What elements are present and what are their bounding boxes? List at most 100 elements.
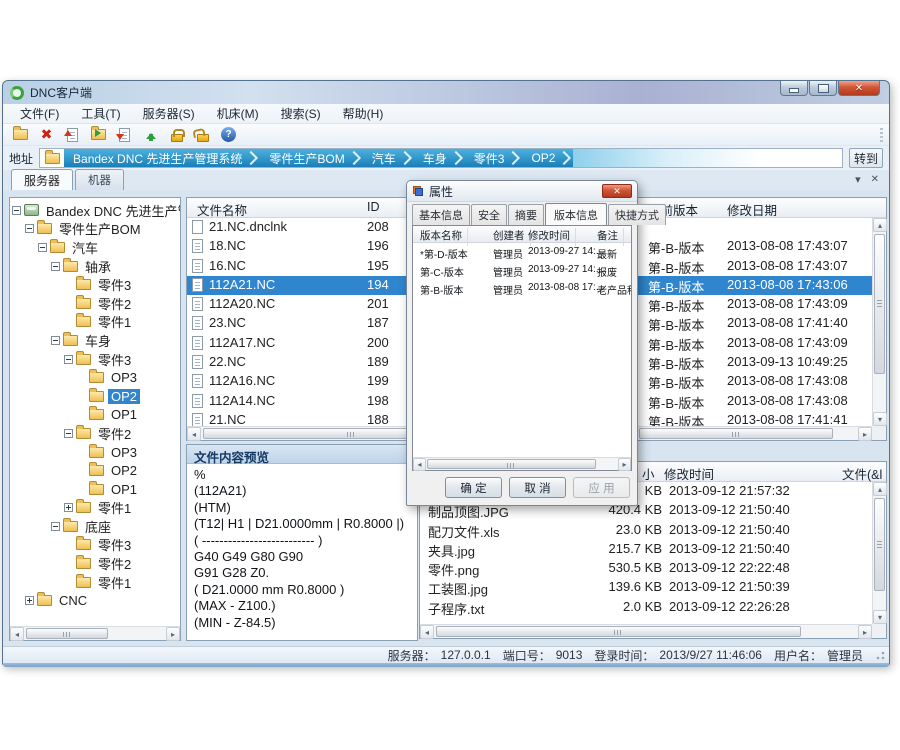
version-row[interactable]: 第-B-版本 2013-08-08 17:43:08 xyxy=(637,372,872,391)
attachment-row[interactable]: 工装图.jpg 139.6 KB 2013-09-12 21:50:39 xyxy=(420,578,872,597)
version-row[interactable]: 第-B-版本 2013-08-08 17:43:09 xyxy=(637,334,872,353)
tree-item[interactable]: OP2 xyxy=(10,461,180,480)
download-file-icon[interactable] xyxy=(115,125,134,144)
column-modified-time[interactable]: 修改时间 xyxy=(664,464,714,483)
breadcrumb-segment[interactable]: 车身 xyxy=(414,149,465,167)
column-file-name[interactable]: 文件名称 xyxy=(197,200,247,219)
breadcrumb-segment[interactable]: 零件3 xyxy=(465,149,523,167)
scroll-up-icon[interactable] xyxy=(873,482,887,496)
title-bar[interactable]: DNC客户端 xyxy=(3,81,889,104)
tree-item[interactable]: 零件1 xyxy=(10,499,180,518)
version-vertical-scrollbar[interactable] xyxy=(872,218,886,426)
tree-item[interactable]: 零件3 xyxy=(10,275,180,294)
tree-toggle-icon[interactable] xyxy=(51,262,60,271)
breadcrumb-segment[interactable]: 汽车 xyxy=(363,149,414,167)
breadcrumb-segment[interactable]: OP2 xyxy=(522,149,573,167)
tree-item[interactable]: 轴承 xyxy=(10,257,180,276)
scroll-down-icon[interactable] xyxy=(873,610,887,624)
attachments-vertical-scrollbar[interactable] xyxy=(872,482,886,624)
help-icon[interactable] xyxy=(219,125,238,144)
scroll-right-icon[interactable] xyxy=(618,458,631,471)
scroll-left-icon[interactable] xyxy=(10,627,24,641)
preview-content[interactable]: %(112A21)(HTM)(T12| H1 | D21.0000mm | R0… xyxy=(187,464,417,640)
column-size[interactable]: 小 xyxy=(642,464,655,483)
tree-item[interactable]: OP2 xyxy=(10,387,180,406)
scroll-left-icon[interactable] xyxy=(187,427,201,441)
unlock-icon[interactable] xyxy=(193,125,212,144)
tree-item[interactable]: OP3 xyxy=(10,368,180,387)
minimize-button[interactable] xyxy=(780,81,808,96)
tree-horizontal-scrollbar[interactable] xyxy=(10,626,180,640)
tree-toggle-icon[interactable] xyxy=(64,429,73,438)
lock-icon[interactable] xyxy=(167,125,186,144)
scroll-right-icon[interactable] xyxy=(858,427,872,441)
tree-toggle-icon[interactable] xyxy=(64,503,73,512)
tree-item[interactable]: 车身 xyxy=(10,331,180,350)
scroll-down-icon[interactable] xyxy=(873,412,887,426)
attachments-horizontal-scrollbar[interactable] xyxy=(420,624,872,638)
column-modify-time[interactable]: 修改时间 xyxy=(528,228,570,243)
version-row[interactable] xyxy=(637,218,872,237)
attachment-row[interactable]: 夹具.jpg 215.7 KB 2013-09-12 21:50:40 xyxy=(420,540,872,559)
breadcrumb-segment[interactable]: 零件生产BOM xyxy=(260,149,362,167)
upload-file-icon[interactable] xyxy=(63,125,82,144)
toolbar-grip[interactable] xyxy=(880,128,883,142)
tree-item[interactable]: 汽车 xyxy=(10,238,180,257)
tree-toggle-icon[interactable] xyxy=(25,596,34,605)
menu-item[interactable]: 帮助(H) xyxy=(332,103,395,124)
column-note[interactable]: 备注 xyxy=(597,228,618,243)
tree-item[interactable]: 零件1 xyxy=(10,573,180,592)
tree-toggle-icon[interactable] xyxy=(38,243,47,252)
version-horizontal-scrollbar[interactable] xyxy=(637,426,872,440)
tree-item[interactable]: 零件2 xyxy=(10,424,180,443)
version-table-row[interactable]: *第-D-版本 管理员 2013-09-27 14:... 最新 xyxy=(413,243,631,261)
column-creator[interactable]: 创建者 xyxy=(493,228,525,243)
dialog-tab[interactable]: 摘要 xyxy=(508,204,544,225)
close-button[interactable] xyxy=(838,81,880,96)
maximize-button[interactable] xyxy=(809,81,837,96)
tree-toggle-icon[interactable] xyxy=(51,522,60,531)
dialog-horizontal-scrollbar[interactable] xyxy=(413,457,631,470)
version-row[interactable]: 第-B-版本 2013-08-08 17:43:06 xyxy=(637,276,872,295)
new-folder-icon[interactable] xyxy=(11,125,30,144)
dialog-close-button[interactable] xyxy=(602,184,632,198)
tree-item[interactable]: 零件2 xyxy=(10,294,180,313)
dialog-title-bar[interactable]: 属性 xyxy=(407,181,637,202)
tree-toggle-icon[interactable] xyxy=(12,206,21,215)
tree-toggle-icon[interactable] xyxy=(25,224,34,233)
version-row[interactable]: 第-B-版本 2013-08-08 17:43:08 xyxy=(637,392,872,411)
resize-grip[interactable] xyxy=(874,649,885,660)
panel-close-icon[interactable] xyxy=(871,173,879,186)
tree-item[interactable]: Bandex DNC 先进生产管理系统 xyxy=(10,201,180,220)
version-row[interactable]: 第-B-版本 2013-08-08 17:43:09 xyxy=(637,295,872,314)
panel-menu-icon[interactable] xyxy=(855,173,861,186)
tab-server[interactable]: 服务器 xyxy=(11,169,73,191)
tree-item[interactable]: 底座 xyxy=(10,517,180,536)
menu-item[interactable]: 搜索(S) xyxy=(270,103,332,124)
upload-arrow-icon[interactable] xyxy=(141,125,160,144)
version-row[interactable]: 第-B-版本 2013-08-08 17:43:07 xyxy=(637,237,872,256)
cancel-button[interactable]: 取 消 xyxy=(509,477,566,498)
dialog-tab[interactable]: 版本信息 xyxy=(545,203,607,226)
breadcrumb-segment[interactable]: Bandex DNC 先进生产管理系统 xyxy=(64,149,260,167)
dialog-tab[interactable]: 基本信息 xyxy=(412,204,470,225)
column-file[interactable]: 文件(&l xyxy=(842,464,882,483)
tree-toggle-icon[interactable] xyxy=(64,355,73,364)
version-row[interactable]: 第-B-版本 2013-08-08 17:41:41 xyxy=(637,411,872,426)
column-id[interactable]: ID xyxy=(367,200,380,214)
menu-item[interactable]: 服务器(S) xyxy=(132,103,206,124)
attachment-row[interactable]: 配刀文件.xls 23.0 KB 2013-09-12 21:50:40 xyxy=(420,521,872,540)
scroll-left-icon[interactable] xyxy=(420,625,434,639)
tree-item[interactable]: 零件2 xyxy=(10,554,180,573)
version-row[interactable]: 第-B-版本 2013-08-08 17:41:40 xyxy=(637,314,872,333)
delete-icon[interactable] xyxy=(37,125,56,144)
tree-item[interactable]: 零件3 xyxy=(10,350,180,369)
tree-item[interactable]: CNC xyxy=(10,591,180,610)
menu-item[interactable]: 机床(M) xyxy=(206,103,270,124)
tree-item[interactable]: OP1 xyxy=(10,406,180,425)
ok-button[interactable]: 确 定 xyxy=(445,477,502,498)
version-row[interactable]: 第-B-版本 2013-09-13 10:49:25 xyxy=(637,353,872,372)
tree-item[interactable]: OP3 xyxy=(10,443,180,462)
attachment-row[interactable]: 子程序.txt 2.0 KB 2013-09-12 22:26:28 xyxy=(420,598,872,617)
dialog-tab[interactable]: 安全 xyxy=(471,204,507,225)
